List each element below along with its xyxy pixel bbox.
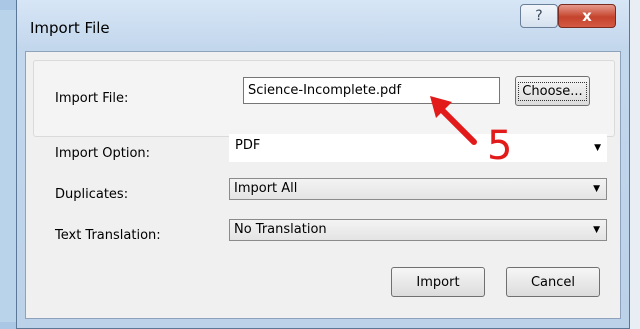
cancel-button[interactable]: Cancel [506,267,600,297]
import-option-value: PDF [235,138,261,153]
close-button[interactable]: x [558,4,616,28]
title-bar: Import File ? x [17,0,629,50]
help-icon: ? [535,8,543,24]
text-translation-value: No Translation [234,222,327,237]
step-number: 5 [487,123,513,169]
import-file-label: Import File: [55,91,129,106]
chevron-down-icon: ▼ [594,143,601,153]
help-button[interactable]: ? [520,4,558,28]
text-translation-select[interactable]: No Translation ▼ [229,219,607,241]
chevron-down-icon: ▼ [593,225,600,235]
duplicates-value: Import All [234,181,298,196]
import-button[interactable]: Import [391,267,485,297]
choose-button-label: Choose... [518,81,587,101]
choose-button[interactable]: Choose... [515,76,590,106]
import-option-label: Import Option: [55,146,151,161]
dialog-title: Import File [30,19,110,37]
red-arrow-icon [430,96,477,145]
duplicates-label: Duplicates: [55,187,129,202]
chevron-down-icon: ▼ [593,184,600,194]
text-translation-label: Text Translation: [55,228,161,243]
close-icon: x [582,7,592,25]
import-option-select[interactable]: PDF ▼ [229,134,607,162]
duplicates-select[interactable]: Import All ▼ [229,178,607,200]
